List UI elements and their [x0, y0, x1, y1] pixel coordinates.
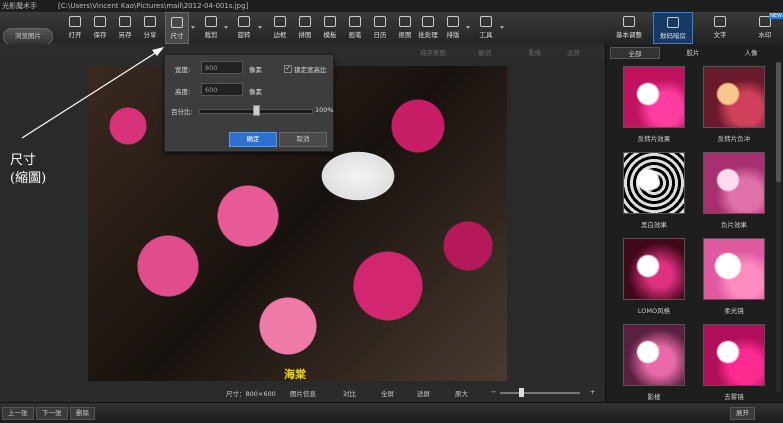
effect-thumb-defog[interactable]: [703, 324, 765, 386]
effect-thumb-reversal[interactable]: [623, 66, 685, 128]
effect-label-studio: 影楼: [647, 393, 661, 401]
expand-button[interactable]: 展开: [730, 407, 755, 420]
effect-thumb-negative[interactable]: [703, 152, 765, 214]
next-image-button[interactable]: 下一张: [36, 407, 68, 420]
effect-thumb-bw[interactable]: [623, 152, 685, 214]
zoom-slider-track[interactable]: [500, 392, 580, 394]
subtab-film[interactable]: 胶片: [668, 47, 718, 59]
effect-label-negative: 负片效果: [721, 221, 747, 229]
compare-button[interactable]: 对比: [343, 388, 356, 398]
subtab-portrait[interactable]: 人像: [726, 47, 776, 59]
image-info-button[interactable]: 图片信息: [290, 388, 316, 398]
annotation-text: 尺寸 (縮圖): [10, 152, 46, 188]
image-size-label: 尺寸：800×600: [226, 390, 276, 398]
zoom-in-button[interactable]: +: [590, 388, 595, 396]
prev-image-button[interactable]: 上一张: [2, 407, 34, 420]
effect-label-defog: 去雾镜: [724, 393, 744, 401]
annotation-line1: 尺寸: [10, 153, 37, 168]
effect-label-reversal: 反转片效果: [637, 135, 671, 143]
view-bar: 尺寸：800×600 图片信息 对比 全屏 适屏 原大 − +: [0, 386, 605, 400]
bottom-bar: 上一张 下一张 删除 展开: [0, 402, 783, 423]
effect-thumb-studio[interactable]: [623, 324, 685, 386]
effects-scroll-thumb[interactable]: [776, 62, 781, 182]
fullscreen-button[interactable]: 全屏: [381, 388, 394, 398]
effect-label-soft-light: 柔光镜: [724, 307, 744, 315]
effects-panel: 全部 胶片 人像 反转片效果 反转片负冲 黑白效果 负片效果 LOMO风格 柔光…: [605, 44, 783, 402]
effect-label-reversal-cross: 反转片负冲: [717, 135, 751, 143]
effect-thumb-soft-light[interactable]: [703, 238, 765, 300]
effect-label-lomo: LOMO风格: [637, 307, 671, 315]
annotation-line2: (縮圖): [10, 171, 47, 186]
zoom-out-button[interactable]: −: [491, 388, 496, 396]
effect-thumb-reversal-cross[interactable]: [703, 66, 765, 128]
zoom-slider-thumb[interactable]: [519, 388, 524, 397]
actual-size-button[interactable]: 原大: [455, 388, 468, 398]
effect-thumb-lomo[interactable]: [623, 238, 685, 300]
delete-button[interactable]: 删除: [70, 407, 95, 420]
subtab-all[interactable]: 全部: [610, 47, 660, 59]
effect-label-bw: 黑白效果: [641, 221, 667, 229]
fit-screen-button[interactable]: 适屏: [417, 388, 430, 398]
